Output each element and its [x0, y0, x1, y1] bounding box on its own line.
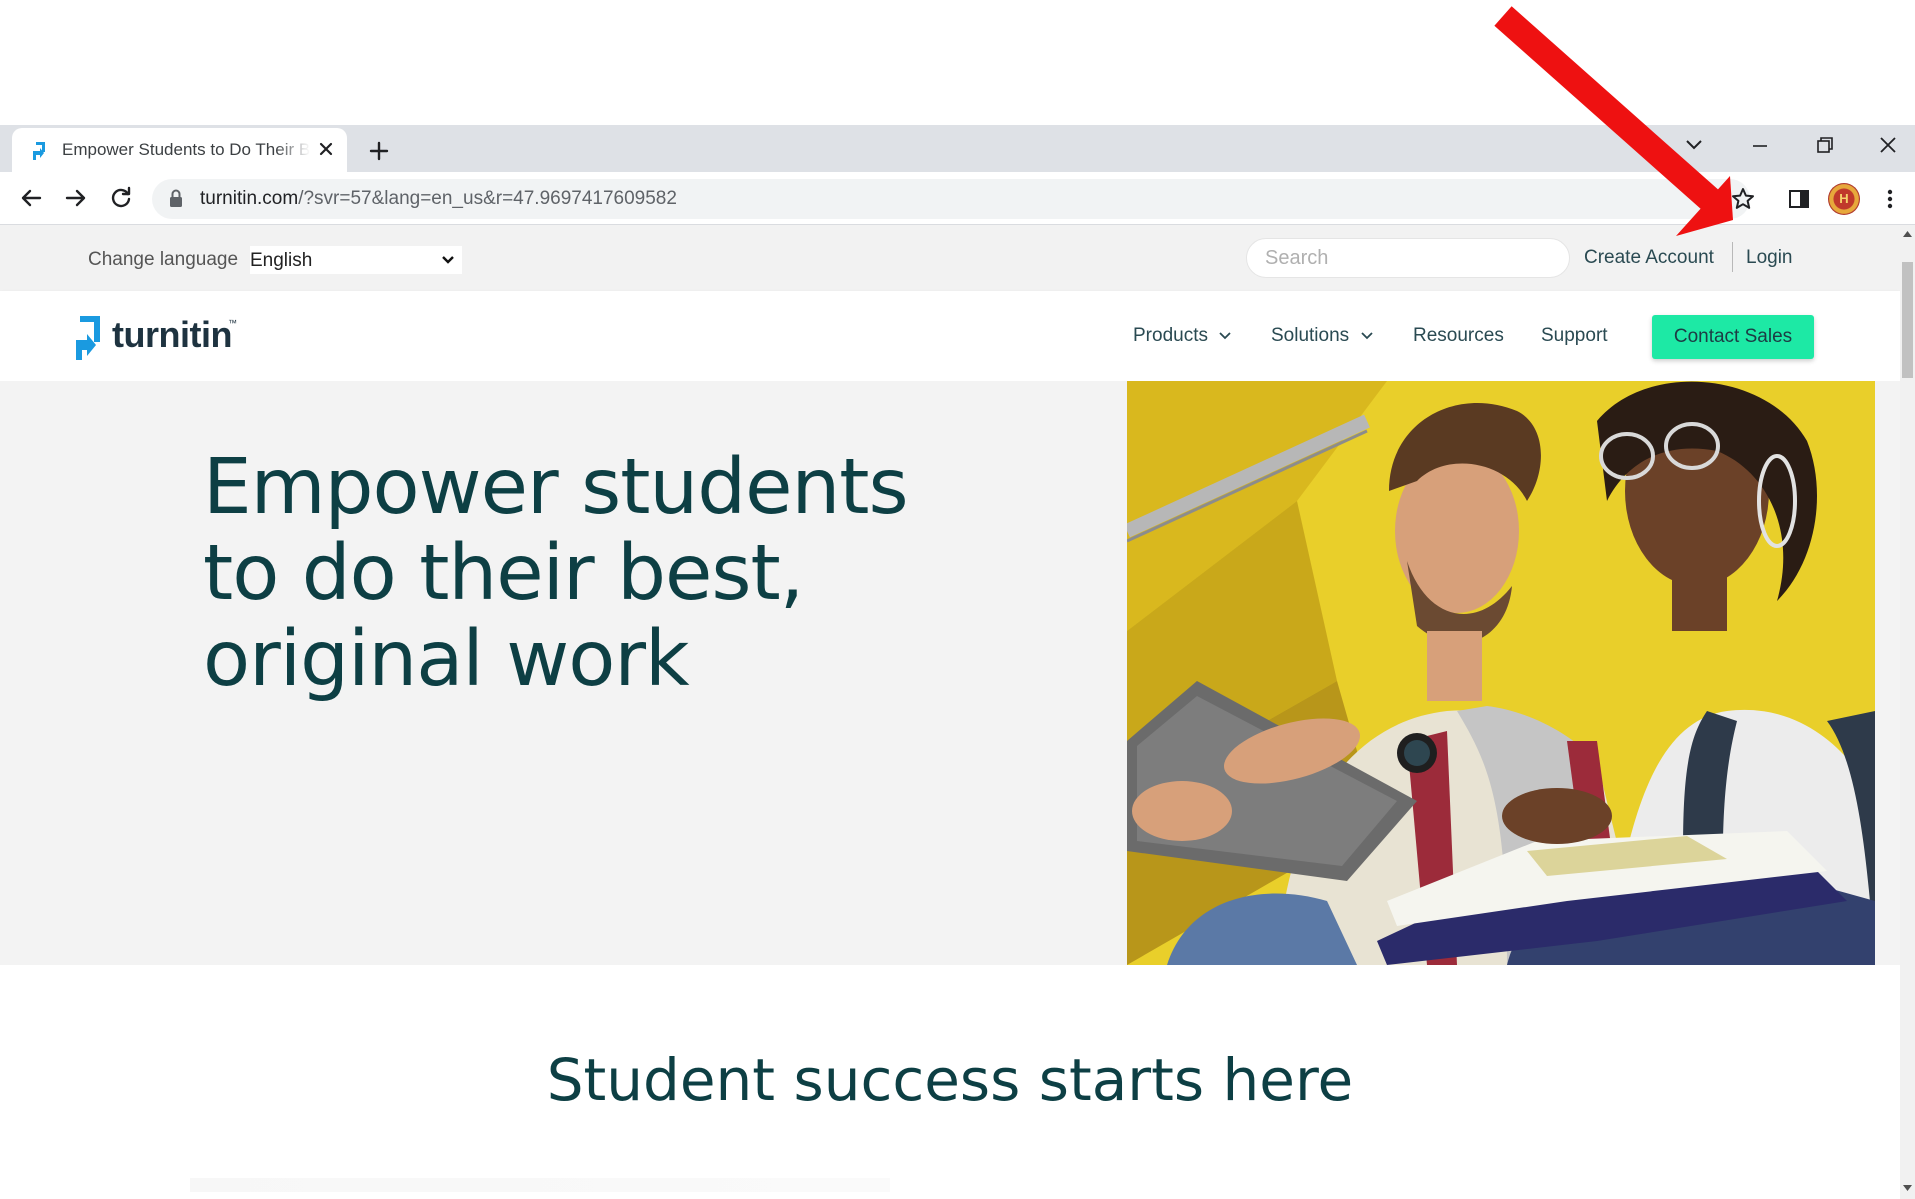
divider	[1732, 242, 1733, 272]
section-title: Student success starts here	[546, 1046, 1354, 1114]
turnitin-logo-icon[interactable]	[74, 312, 106, 362]
chevron-down-icon[interactable]	[1218, 330, 1232, 342]
hero-title: Empower students to do their best, origi…	[203, 445, 963, 703]
tab-title: Empower Students to Do Their Best, Origi…	[62, 140, 310, 159]
star-icon[interactable]	[1730, 186, 1756, 212]
close-icon[interactable]	[314, 137, 338, 161]
reload-icon[interactable]	[106, 183, 136, 213]
login-link[interactable]: Login	[1746, 247, 1793, 269]
back-arrow-icon[interactable]	[16, 183, 46, 213]
contact-sales-button[interactable]: Contact Sales	[1652, 315, 1814, 359]
logo-trademark: ™	[228, 318, 237, 328]
scroll-down-icon[interactable]	[1901, 1182, 1914, 1194]
language-select[interactable]: English	[250, 246, 462, 274]
url-host: turnitin.com	[200, 188, 299, 209]
change-language-label: Change language	[88, 249, 239, 270]
restore-icon[interactable]	[1804, 130, 1844, 160]
main-nav	[0, 291, 1900, 381]
nav-products[interactable]: Products	[1133, 325, 1208, 347]
minimize-icon[interactable]	[1740, 130, 1780, 160]
scroll-up-icon[interactable]	[1901, 228, 1914, 240]
nav-support[interactable]: Support	[1541, 325, 1608, 347]
chevron-down-icon[interactable]	[1360, 330, 1374, 342]
chevron-down-icon	[442, 256, 454, 264]
hero-line-1: Empower students	[203, 443, 909, 532]
side-panel-icon[interactable]	[1786, 186, 1812, 212]
chevron-down-icon[interactable]	[1674, 130, 1714, 160]
search-input[interactable]	[1246, 238, 1570, 278]
logo-text[interactable]: turnitin	[112, 314, 232, 356]
hero-line-2: to do their best,	[203, 529, 804, 618]
faint-content-placeholder	[190, 1178, 890, 1192]
close-window-icon[interactable]	[1868, 130, 1908, 160]
url-path: /?svr=57&lang=en_us&r=47.9697417609582	[298, 188, 677, 209]
plus-icon[interactable]	[364, 136, 394, 166]
url-text[interactable]: turnitin.com/?svr=57&lang=en_us&r=47.969…	[200, 188, 677, 210]
create-account-link[interactable]: Create Account	[1584, 247, 1714, 269]
turnitin-favicon-icon	[33, 142, 45, 160]
avatar[interactable]: H	[1828, 183, 1860, 215]
nav-resources[interactable]: Resources	[1413, 325, 1504, 347]
hero-line-3: original work	[203, 615, 690, 704]
scrollbar-thumb[interactable]	[1902, 262, 1913, 378]
nav-solutions[interactable]: Solutions	[1271, 325, 1349, 347]
forward-arrow-icon[interactable]	[61, 183, 91, 213]
kebab-menu-icon[interactable]	[1878, 186, 1902, 212]
hero-image	[1127, 381, 1875, 965]
lock-icon[interactable]	[168, 188, 184, 208]
